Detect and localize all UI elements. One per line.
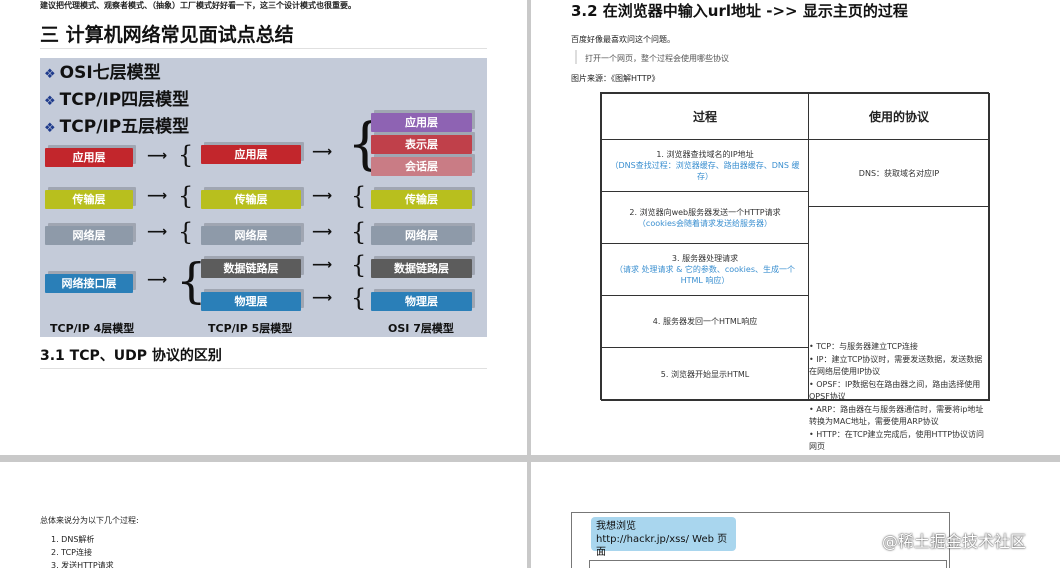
paragraph: 百度好像最喜欢问这个问题。	[571, 35, 675, 44]
table-header: 使用的协议	[808, 93, 990, 140]
paragraph: 总体来说分为以下几个过程:	[40, 516, 139, 525]
tcp5-layer: 数据链路层	[201, 259, 301, 278]
arrow-icon: ⟶	[312, 257, 333, 273]
list-item: 3. 发送HTTP请求	[51, 561, 114, 568]
subsection-title: 3.1 TCP、UDP 协议的区别	[40, 348, 222, 364]
list-item: • IP：建立TCP协议时，需要发送数据，发送数据在网络层使用IP协议	[809, 354, 983, 377]
arrow-icon: ⟶	[147, 148, 168, 164]
table-row: 5. 浏览器开始显示HTML	[601, 347, 809, 401]
image-source: 图片来源：《图解HTTP》	[571, 74, 660, 83]
dns-cell: DNS：获取域名对应IP	[808, 139, 990, 207]
figure-frame-inner	[589, 560, 947, 568]
table-row: 2. 浏览器向web服务器发送一个HTTP请求 （cookies会随着请求发送给服…	[601, 191, 809, 244]
protocol-list: • TCP：与服务器建立TCP连接 • IP：建立TCP协议时，需要发送数据，发…	[809, 341, 989, 454]
protocol-table: 过程 使用的协议 1. 浏览器查找域名的IP地址 （DNS查找过程：浏览器缓存、路…	[600, 92, 990, 451]
list-item: • HTTP：在TCP建立完成后，使用HTTP协议访问网页	[809, 429, 985, 452]
list-item: • ARP：路由器在与服务器通信时，需要将ip地址转换为MAC地址，需要使用AR…	[809, 404, 984, 427]
speech-bubble: 我想浏览 http://hackr.jp/xss/ Web 页面	[591, 517, 736, 558]
osi7-layer: 网络层	[371, 226, 472, 245]
brace-icon: {	[351, 218, 367, 246]
table-row: 3. 服务器处理请求 （请求 处理请求 & 它的参数、cookies、生成一个HT…	[601, 243, 809, 296]
page-title: 3.2 在浏览器中输入url地址 ->> 显示主页的过程	[571, 2, 908, 20]
brace-icon: {	[178, 182, 194, 210]
tcp4-layer: 传输层	[45, 190, 133, 209]
osi7-layer: 物理层	[371, 292, 472, 311]
list-item: 2. TCP连接	[51, 548, 93, 557]
arrow-icon: ⟶	[312, 224, 333, 240]
watermark: @稀土掘金技术社区	[882, 532, 1027, 551]
tcp4-layer: 网络接口层	[45, 274, 133, 293]
tcp4-layer: 网络层	[45, 226, 133, 245]
blockquote: 打开一个网页，整个过程会使用哪些协议	[585, 54, 729, 63]
tcp4-layer: 应用层	[45, 148, 133, 167]
brace-icon: {	[178, 218, 194, 246]
diagram-caption: OSI 7层模型	[388, 322, 454, 335]
osi7-layer: 会话层	[371, 157, 472, 176]
section-title: 三 计算机网络常见面试点总结	[40, 24, 294, 46]
brace-icon: {	[178, 141, 194, 169]
tcp5-layer: 网络层	[201, 226, 301, 245]
list-item: 1. DNS解析	[51, 535, 95, 544]
arrow-icon: ⟶	[147, 224, 168, 240]
diagram-caption: TCP/IP 4层模型	[50, 322, 135, 335]
table-row: 4. 服务器发回一个HTML响应	[601, 295, 809, 348]
diagram-bullet-tcp4: ❖ TCP/IP四层模型	[44, 90, 190, 110]
list-item: • TCP：与服务器建立TCP连接	[809, 342, 918, 351]
arrow-icon: ⟶	[312, 188, 333, 204]
arrow-icon: ⟶	[312, 290, 333, 306]
osi7-layer: 数据链路层	[371, 259, 472, 278]
brace-icon: {	[351, 251, 367, 279]
brace-icon: {	[351, 182, 367, 210]
table-row: 1. 浏览器查找域名的IP地址 （DNS查找过程：浏览器缓存、路由器缓存、DNS …	[601, 139, 809, 192]
document-page-1: 建议把代理模式、观察者模式、（抽象）工厂模式好好看一下，这三个设计模式也很重要。…	[0, 0, 527, 455]
tcp5-layer: 物理层	[201, 292, 301, 311]
arrow-icon: ⟶	[147, 272, 168, 288]
tcp5-layer: 应用层	[201, 145, 301, 164]
document-page-3: 总体来说分为以下几个过程: 1. DNS解析 2. TCP连接 3. 发送HTT…	[0, 462, 527, 568]
diagram-bullet-tcp5: ❖ TCP/IP五层模型	[44, 117, 190, 137]
diagram-bullet-osi: ❖ OSI七层模型	[44, 63, 161, 83]
document-page-2: 3.2 在浏览器中输入url地址 ->> 显示主页的过程 百度好像最喜欢问这个问…	[531, 0, 1060, 455]
osi7-layer: 传输层	[371, 190, 472, 209]
tcp5-layer: 传输层	[201, 190, 301, 209]
osi7-layer: 表示层	[371, 135, 472, 154]
osi7-layer: 应用层	[371, 113, 472, 132]
table-header: 过程	[601, 93, 809, 140]
diagram-caption: TCP/IP 5层模型	[208, 322, 293, 335]
arrow-icon: ⟶	[312, 144, 333, 160]
arrow-icon: ⟶	[147, 188, 168, 204]
network-layer-diagram: ❖ OSI七层模型 ❖ TCP/IP四层模型 ❖ TCP/IP五层模型 应用层 传输层…	[40, 58, 487, 337]
list-item: • OPSF：IP数据包在路由器之间，路由选择使用OPSF协议	[809, 379, 981, 402]
intro-text: 建议把代理模式、观察者模式、（抽象）工厂模式好好看一下，这三个设计模式也很重要。	[40, 1, 356, 10]
document-page-4: 我想浏览 http://hackr.jp/xss/ Web 页面	[531, 462, 1060, 568]
brace-icon: {	[351, 284, 367, 312]
